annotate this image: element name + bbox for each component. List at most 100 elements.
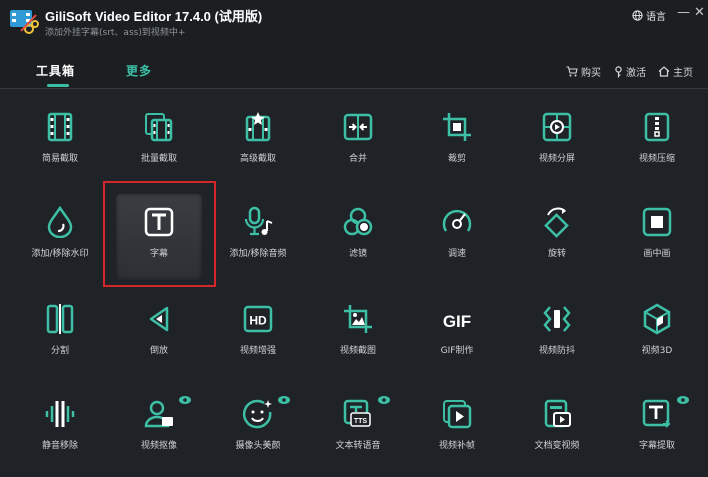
tool-label: 视频截图 (339, 346, 376, 356)
language-button[interactable]: 语言 (632, 8, 666, 23)
screenshot-image-icon (342, 303, 374, 335)
minimize-button[interactable]: — (677, 6, 690, 20)
waveform-icon (45, 399, 75, 429)
ai-badge-icon (677, 396, 689, 404)
tool-label: 简易截取 (41, 154, 78, 164)
buy-link[interactable]: 购买 (566, 64, 601, 79)
star-film-icon (245, 111, 271, 142)
globe-icon (632, 10, 643, 21)
app-logo-icon (10, 10, 39, 34)
tool-split-screen[interactable]: 视频分屏 (508, 91, 606, 183)
activate-label: 激活 (626, 68, 646, 79)
rotate-icon (544, 206, 569, 238)
tool-cube-3d[interactable]: 视频3D (608, 283, 706, 375)
main-nav: 工具箱 更多 购买 激活 主页 (0, 46, 708, 89)
tool-gif[interactable]: GIF GIF制作 (408, 283, 506, 375)
tool-subtitle-extract[interactable]: 字幕提取 (608, 378, 706, 470)
tool-person-cutout[interactable]: 视频抠像 (110, 378, 208, 470)
tool-filter-circles[interactable]: 滤镜 (309, 186, 407, 278)
tool-subtitle-t[interactable]: 字幕 (110, 186, 208, 278)
tool-label: 批量截取 (140, 154, 177, 164)
tool-label: 合并 (348, 154, 367, 164)
tool-label: 视频3D (641, 346, 673, 356)
droplet-icon (47, 206, 73, 238)
key-icon (615, 65, 622, 77)
home-label: 主页 (673, 68, 693, 79)
doc-to-video-icon (544, 399, 572, 428)
tool-rotate[interactable]: 旋转 (508, 186, 606, 278)
tool-hd[interactable]: HD 视频增强 (209, 283, 307, 375)
tool-doc-to-video[interactable]: 文档变视频 (508, 378, 606, 470)
tool-label: 视频分屏 (538, 154, 575, 164)
tool-crop[interactable]: 裁剪 (408, 91, 506, 183)
tool-label: 高级截取 (239, 154, 276, 164)
batch-film-icon (144, 112, 173, 142)
mic-music-icon (244, 206, 274, 237)
tool-label: 视频抠像 (140, 441, 177, 451)
tool-film-strip[interactable]: 简易截取 (11, 91, 109, 183)
tool-label: 倒放 (149, 346, 168, 356)
tool-label: 视频增强 (239, 346, 276, 356)
buy-label: 购买 (581, 68, 601, 79)
text-to-speech-icon: TTS (343, 399, 372, 428)
tool-label: GIF制作 (440, 346, 474, 356)
subtitle-t-icon (144, 207, 174, 237)
close-button[interactable]: ✕ (694, 6, 705, 20)
hd-icon: HD (243, 305, 273, 333)
tool-stabilize[interactable]: 视频防抖 (508, 283, 606, 375)
tool-picture-in-picture[interactable]: 画中画 (608, 186, 706, 278)
tool-label: 旋转 (547, 249, 566, 259)
tool-split-bars[interactable]: 分割 (11, 283, 109, 375)
tool-label: 文本转语音 (335, 441, 381, 451)
picture-in-picture-icon (642, 207, 672, 237)
tool-label: 视频防抖 (538, 346, 575, 356)
tab-more[interactable]: 更多 (126, 62, 152, 79)
activate-link[interactable]: 激活 (614, 64, 646, 79)
crop-icon (441, 111, 473, 143)
tool-screenshot-image[interactable]: 视频截图 (309, 283, 407, 375)
tool-face-beauty[interactable]: 摄像头美颜 (209, 378, 307, 470)
icon-badge-text: TTS (354, 418, 368, 425)
tool-compress[interactable]: 视频压缩 (608, 91, 706, 183)
cube-3d-icon (643, 303, 671, 335)
stabilize-icon (543, 305, 571, 333)
ai-badge-icon (278, 396, 290, 404)
tool-reverse-play[interactable]: 倒放 (110, 283, 208, 375)
filter-circles-icon (343, 207, 373, 236)
gif-icon: GIF (443, 312, 471, 331)
tool-waveform[interactable]: 静音移除 (11, 378, 109, 470)
tool-mic-music[interactable]: 添加/移除音频 (209, 186, 307, 278)
tool-label: 视频补帧 (438, 441, 475, 451)
merge-icon (343, 113, 373, 141)
tool-label: 视频压缩 (638, 154, 675, 164)
tool-label: 画中画 (643, 249, 671, 259)
tab-toolbox[interactable]: 工具箱 (36, 62, 75, 79)
tool-label: 文档变视频 (534, 441, 580, 451)
title-bar: GiliSoft Video Editor 17.4.0 (试用版) 添加外挂字… (0, 0, 708, 46)
compress-icon (644, 112, 670, 142)
app-subtitle: 添加外挂字幕(srt、ass)到视频中+ (45, 28, 186, 38)
app-title: GiliSoft Video Editor 17.4.0 (试用版) (45, 9, 263, 24)
home-icon (658, 66, 670, 77)
home-link[interactable]: 主页 (658, 64, 693, 79)
tool-text-to-speech[interactable]: TTS 文本转语音 (309, 378, 407, 470)
person-cutout-icon (144, 400, 175, 428)
tab-active-indicator (47, 84, 69, 87)
tool-label: 调速 (447, 249, 466, 259)
reverse-play-icon (149, 306, 169, 332)
tool-merge[interactable]: 合并 (309, 91, 407, 183)
tool-label: 字幕 (149, 249, 168, 259)
language-label: 语言 (646, 12, 666, 23)
tool-speedometer[interactable]: 调速 (408, 186, 506, 278)
tool-droplet[interactable]: 添加/移除水印 (11, 186, 109, 278)
tool-label: 滤镜 (348, 249, 367, 259)
tool-batch-film[interactable]: 批量截取 (110, 91, 208, 183)
tool-frame-interp[interactable]: 视频补帧 (408, 378, 506, 470)
speedometer-icon (442, 209, 472, 233)
tool-label: 添加/移除水印 (31, 249, 89, 259)
cart-icon (566, 66, 578, 77)
film-strip-icon (47, 112, 73, 142)
subtitle-extract-icon (642, 399, 671, 429)
tool-label: 字幕提取 (638, 441, 675, 451)
tool-star-film[interactable]: 高级截取 (209, 91, 307, 183)
